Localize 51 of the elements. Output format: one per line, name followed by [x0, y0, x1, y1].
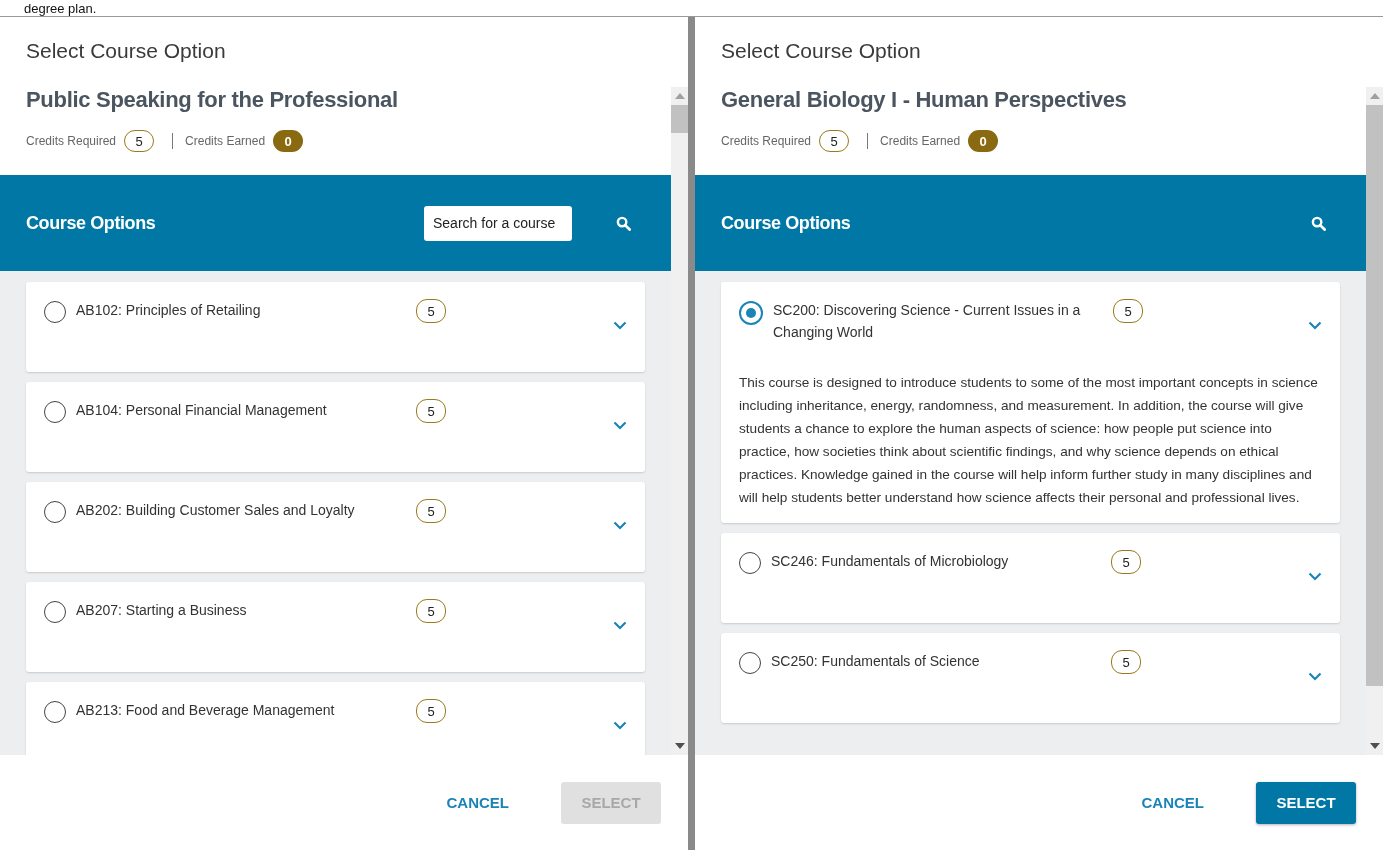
- scroll-up-icon[interactable]: [1369, 93, 1380, 99]
- credits-badge: 5: [416, 699, 446, 723]
- credits-badge: 5: [416, 499, 446, 523]
- scroll-down-icon[interactable]: [1369, 743, 1380, 749]
- dialog-title: Select Course Option: [25, 38, 227, 63]
- chevron-down-icon[interactable]: [613, 421, 627, 430]
- credits-badge: 5: [1111, 650, 1141, 674]
- course-name: General Biology I - Human Perspectives: [720, 87, 1128, 113]
- search-icon[interactable]: [1311, 215, 1326, 231]
- credits-badge: 5: [416, 599, 446, 623]
- scrollbar-thumb[interactable]: [671, 105, 688, 133]
- background-text: degree plan.: [24, 1, 97, 15]
- course-title: AB104: Personal Financial Management: [76, 401, 328, 420]
- scroll-down-icon[interactable]: [674, 743, 685, 749]
- scroll-up-icon[interactable]: [674, 93, 685, 99]
- select-button[interactable]: SELECT: [1256, 781, 1356, 824]
- chevron-down-icon[interactable]: [613, 321, 627, 330]
- course-options-title: Course Options: [26, 212, 156, 234]
- credits-badge: 5: [1113, 299, 1143, 323]
- course-name: Public Speaking for the Professional: [25, 87, 399, 113]
- course-description: This course is designed to introduce students to some of the most important concepts in science including inheritance, energy, randomness, and measurement. In addition, the course will give students a chance to explore the human aspects of science: how people put science into practice, how societies think about scientific findings, and why science depends on ethical practices. Knowledge gained in the course will help inform further study in many disciplines and will help students better understand how science affects their personal and professional lives.: [739, 374, 1319, 507]
- course-title: SC250: Fundamentals of Science: [771, 652, 981, 671]
- dialog-title: Select Course Option: [720, 38, 922, 63]
- credits-badge: 5: [416, 299, 446, 323]
- chevron-down-icon[interactable]: [613, 721, 627, 730]
- credits-earned-label: Credits Earned: [880, 134, 961, 148]
- chevron-down-icon[interactable]: [1308, 572, 1322, 581]
- course-options-title: Course Options: [721, 212, 851, 234]
- chevron-down-icon[interactable]: [613, 521, 627, 530]
- cancel-button[interactable]: CANCEL: [1135, 793, 1210, 812]
- credits-required-label: Credits Required: [26, 134, 117, 148]
- course-title: SC200: Discovering Science - Current Issues in a Changing World: [773, 301, 1082, 342]
- credits-required-label: Credits Required: [721, 134, 812, 148]
- credits-badge: 0: [273, 130, 304, 152]
- credits-badge: 5: [1111, 550, 1141, 574]
- chevron-down-icon[interactable]: [613, 621, 627, 630]
- chevron-down-icon[interactable]: [1308, 321, 1322, 330]
- scrollbar[interactable]: [671, 87, 688, 755]
- course-title: AB213: Food and Beverage Management: [76, 701, 336, 720]
- credits-earned-label: Credits Earned: [185, 134, 266, 148]
- credits-badge: 0: [968, 130, 999, 152]
- search-icon[interactable]: [616, 215, 631, 231]
- radio-button[interactable]: [739, 301, 763, 325]
- credits-badge: 5: [416, 399, 446, 423]
- course-title: AB102: Principles of Retailing: [76, 301, 262, 320]
- search-field[interactable]: Search for a course: [424, 205, 572, 241]
- cancel-button[interactable]: CANCEL: [440, 793, 515, 812]
- chevron-down-icon[interactable]: [1308, 672, 1322, 681]
- course-title: AB202: Building Customer Sales and Loyalty: [76, 501, 356, 520]
- course-title: AB207: Starting a Business: [76, 601, 248, 620]
- course-title: SC246: Fundamentals of Microbiology: [771, 552, 1010, 571]
